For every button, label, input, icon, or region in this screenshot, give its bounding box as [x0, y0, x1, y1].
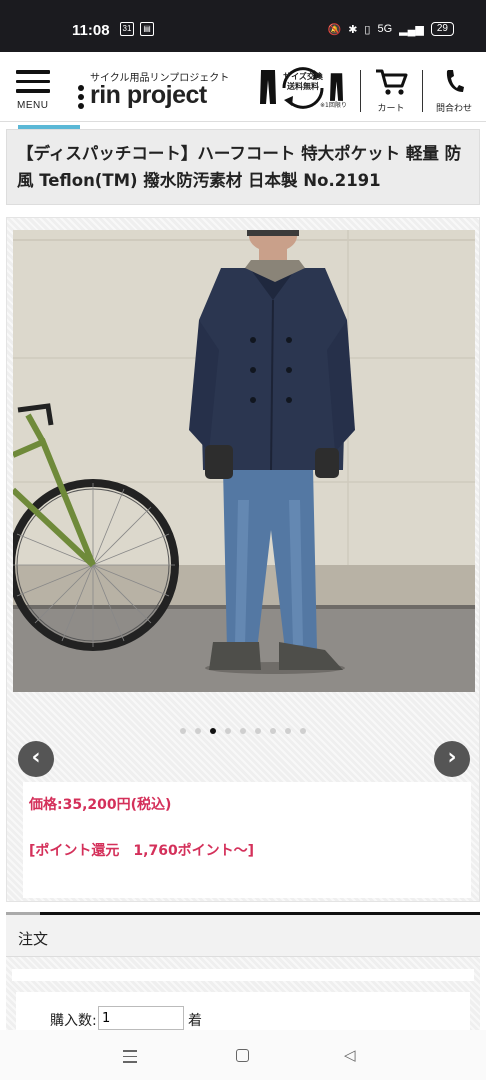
status-icons: 🔕 ✱ ▯ 5G ▂▄▆ 29	[327, 22, 454, 36]
order-section: 注文 購入数: 着	[6, 912, 480, 1052]
product-section: ‹ › 価格:35,200円(税込) [ポイント還元 1,760ポイント〜]	[6, 217, 480, 902]
product-photo[interactable]	[13, 230, 475, 692]
product-title-box: 【ディスパッチコート】ハーフコート 特大ポケット 軽量 防風 Teflon(TM…	[6, 129, 480, 205]
cart-label: カート	[377, 104, 405, 114]
carousel-dot[interactable]	[285, 728, 291, 734]
promo-line2: 送料無料	[287, 82, 319, 91]
order-strip	[12, 969, 474, 981]
logo-dots-icon	[78, 85, 86, 112]
carousel-prev-button[interactable]: ‹	[18, 741, 54, 777]
carousel-dot[interactable]	[240, 728, 246, 734]
cart-button[interactable]: カート	[372, 68, 410, 114]
size-exchange-banner[interactable]: サイズ交換 送料無料 ※1回限り	[258, 66, 348, 114]
recent-apps-icon[interactable]	[123, 1050, 137, 1067]
menu-label: MENU	[17, 100, 49, 111]
status-bar: 11:08 31 ▤ 🔕 ✱ ▯ 5G ▂▄▆ 29	[0, 0, 486, 52]
carousel-dot[interactable]	[255, 728, 261, 734]
phone-icon	[446, 70, 464, 92]
system-nav-bar: ◁	[0, 1030, 486, 1080]
bluetooth-icon: ✱	[348, 23, 358, 36]
site-header: MENU サイクル用品リンプロジェクト rin project サイズ交換 送料…	[0, 52, 486, 122]
product-price: 価格:35,200円(税込)	[29, 797, 172, 813]
quantity-unit: 着	[188, 1013, 202, 1029]
pants-icon	[260, 70, 276, 104]
home-icon[interactable]	[236, 1049, 249, 1062]
promo-text: サイズ交換 送料無料	[280, 72, 326, 92]
pants-small-icon	[330, 73, 343, 101]
product-title: 【ディスパッチコート】ハーフコート 特大ポケット 軽量 防風 Teflon(TM…	[17, 144, 462, 190]
carousel-dot[interactable]	[210, 728, 216, 734]
promo-note: ※1回限り	[320, 102, 347, 109]
carousel-indicators[interactable]	[7, 728, 479, 734]
logo-name: rin project	[90, 81, 207, 109]
chevron-right-icon: ›	[447, 745, 457, 770]
back-icon[interactable]: ◁	[344, 1046, 356, 1064]
hamburger-icon-bar	[16, 89, 50, 93]
signal-icon: ▂▄▆	[399, 23, 424, 36]
contact-button[interactable]: 問合わせ	[432, 68, 476, 114]
notification-icon: ▤	[140, 22, 154, 36]
hamburger-icon-bar	[16, 79, 50, 83]
carousel-dot[interactable]	[300, 728, 306, 734]
quantity-label: 購入数:	[50, 1013, 97, 1029]
quantity-input[interactable]	[98, 1006, 184, 1030]
battery-icon: 29	[430, 22, 454, 36]
menu-button[interactable]: MENU	[16, 70, 52, 114]
promo-line1: サイズ交換	[283, 72, 323, 81]
order-heading: 注文	[6, 915, 480, 957]
header-divider	[422, 70, 423, 112]
carousel-dot[interactable]	[180, 728, 186, 734]
mute-icon: 🔕	[327, 23, 342, 36]
carousel-next-button[interactable]: ›	[434, 741, 470, 777]
contact-label: 問合わせ	[435, 104, 472, 114]
site-logo[interactable]: サイクル用品リンプロジェクト rin project	[78, 67, 229, 112]
cart-icon	[376, 69, 408, 95]
status-time: 11:08	[72, 22, 110, 39]
product-points: [ポイント還元 1,760ポイント〜]	[29, 843, 255, 859]
carousel-dot[interactable]	[195, 728, 201, 734]
carousel-dot[interactable]	[225, 728, 231, 734]
vibrate-icon: ▯	[364, 23, 371, 36]
carousel-dot[interactable]	[270, 728, 276, 734]
calendar-icon: 31	[120, 22, 134, 36]
header-divider	[360, 70, 361, 112]
price-box: 価格:35,200円(税込) [ポイント還元 1,760ポイント〜]	[23, 782, 471, 898]
hamburger-icon	[16, 70, 50, 74]
chevron-left-icon: ‹	[31, 745, 41, 770]
product-image	[13, 230, 475, 692]
network-label: 5G	[377, 23, 393, 35]
